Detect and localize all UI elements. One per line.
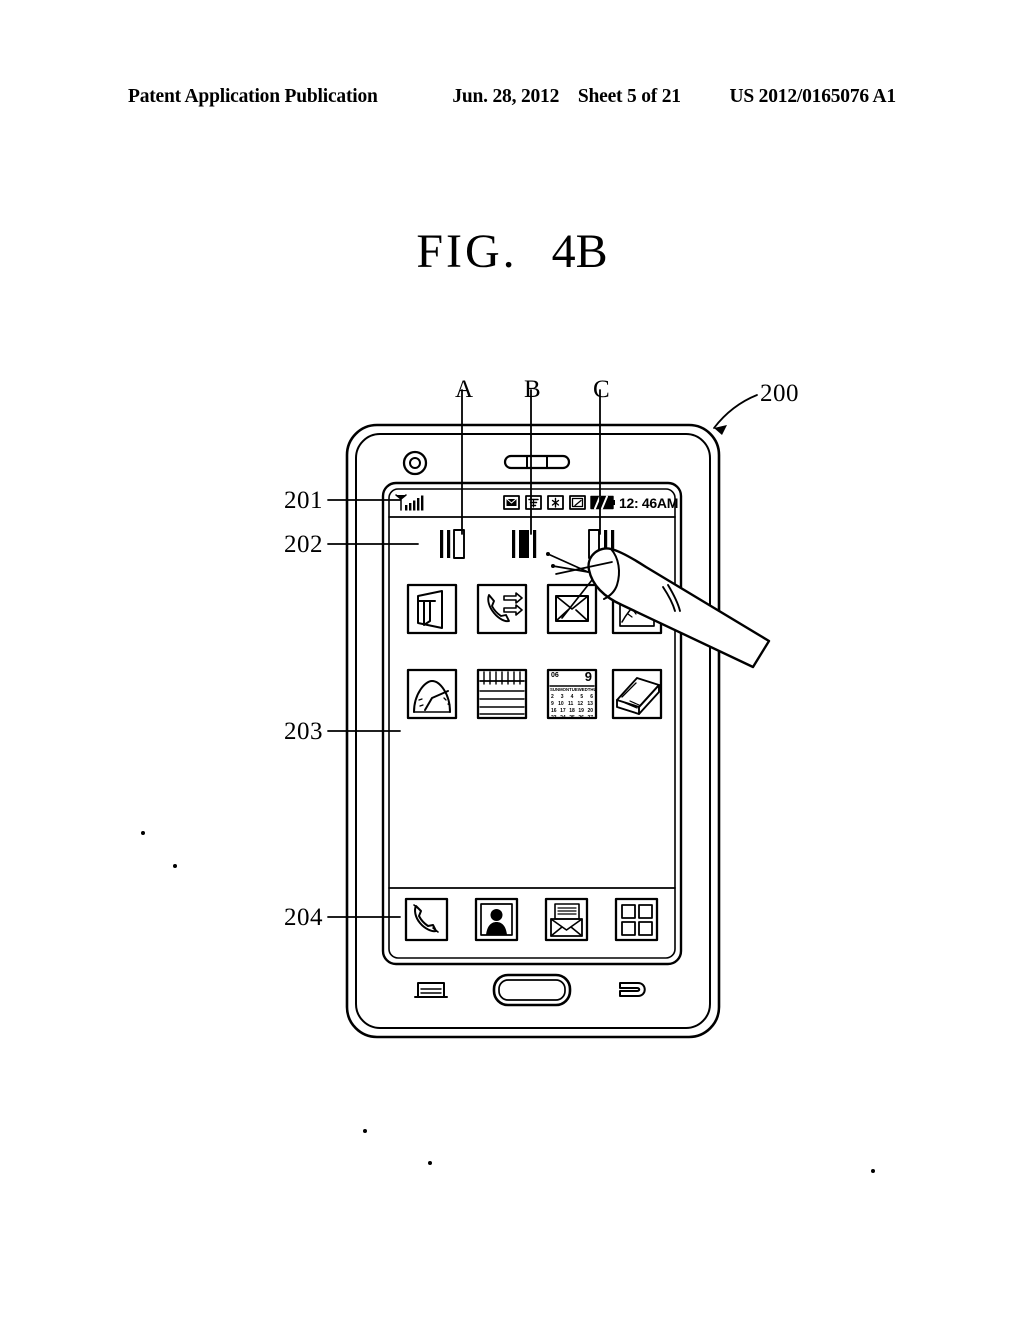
calendar-date: 12 <box>577 701 584 707</box>
calendar-date: 13 <box>587 701 593 707</box>
calendar-date: 27 <box>587 715 593 721</box>
back-button[interactable] <box>619 982 646 997</box>
calendar-week-row: 9 10 11 12 13 <box>551 702 593 707</box>
calendar-weekdays: SUN MON TUE WED THU <box>550 687 597 692</box>
callout-201: 201 <box>284 487 323 514</box>
calendar-date: 2 <box>551 694 554 700</box>
calendar-date: 16 <box>551 708 557 714</box>
app-icon-message[interactable] <box>546 583 598 635</box>
calendar-date: 18 <box>569 708 575 714</box>
callout-202: 202 <box>284 531 323 558</box>
front-camera-icon <box>402 450 428 476</box>
app-icon-clock[interactable] <box>406 668 458 720</box>
calendar-weekday: MON <box>559 687 570 692</box>
signal-bars-icon <box>395 494 424 511</box>
calendar-date: 25 <box>569 715 575 721</box>
calendar-icon-text: 06 9 SUN MON TUE WED THU 2 3 4 5 6 9 10 … <box>548 669 597 721</box>
display-screen[interactable] <box>381 481 683 966</box>
earpiece-speaker <box>503 454 571 470</box>
callout-C: C <box>593 376 611 403</box>
indicator-bar[interactable] <box>440 529 615 559</box>
wifi-status-icon <box>525 495 542 510</box>
finger-pointer <box>546 547 771 669</box>
callout-204: 204 <box>284 904 323 931</box>
calendar-date: 5 <box>580 694 584 700</box>
callout-A: A <box>455 376 474 403</box>
calendar-date: 3 <box>560 694 564 700</box>
app-icon-ebook[interactable] <box>611 668 663 720</box>
app-icon-tstore[interactable] <box>406 583 458 635</box>
home-button[interactable] <box>492 973 572 1007</box>
callout-B: B <box>524 376 542 403</box>
calendar-month: 06 <box>551 672 559 679</box>
calendar-date: 17 <box>560 708 566 714</box>
scan-specks <box>141 831 875 1173</box>
app-icon-memo[interactable] <box>476 668 528 720</box>
indicator-group-A[interactable] <box>440 529 465 559</box>
calendar-weekday: TUE <box>569 687 578 692</box>
callout-203: 203 <box>284 718 323 745</box>
calendar-date: 20 <box>587 708 593 714</box>
patent-drawing <box>0 0 1024 1320</box>
calendar-week-row: 16 17 18 19 20 <box>551 709 593 714</box>
calendar-date: 11 <box>567 701 574 707</box>
calendar-weekday: SUN <box>550 687 560 692</box>
dock-icon-apps[interactable] <box>614 897 659 942</box>
calendar-week-row: 2 3 4 5 6 <box>551 695 593 700</box>
callout-200: 200 <box>760 380 799 407</box>
calendar-date: 24 <box>560 715 566 721</box>
battery-icon <box>590 495 615 510</box>
message-status-icon <box>503 495 520 510</box>
calendar-date: 19 <box>578 708 584 714</box>
alarm-status-icon <box>569 495 586 510</box>
calendar-date: 26 <box>578 715 584 721</box>
calendar-date: 10 <box>558 701 564 707</box>
calendar-day: 9 <box>584 669 592 684</box>
calendar-week-row: 23 24 25 26 27 <box>551 716 593 721</box>
calendar-date: 4 <box>570 694 574 700</box>
dock-icon-dialer[interactable] <box>404 897 449 942</box>
calendar-weekday: THU <box>587 687 597 692</box>
indicator-group-B[interactable] <box>512 530 537 558</box>
calendar-date: 9 <box>551 701 554 707</box>
dock-icon-messages[interactable] <box>544 897 589 942</box>
bluetooth-status-icon <box>547 495 564 510</box>
menu-button[interactable] <box>414 982 448 998</box>
status-bar-time: 12: 46AM <box>619 495 679 511</box>
calendar-date: 23 <box>551 715 557 721</box>
app-icon-call[interactable] <box>476 583 528 635</box>
calendar-weekday: WED <box>577 687 588 692</box>
calendar-date: 6 <box>590 694 593 700</box>
dock-icon-contacts[interactable] <box>474 897 519 942</box>
